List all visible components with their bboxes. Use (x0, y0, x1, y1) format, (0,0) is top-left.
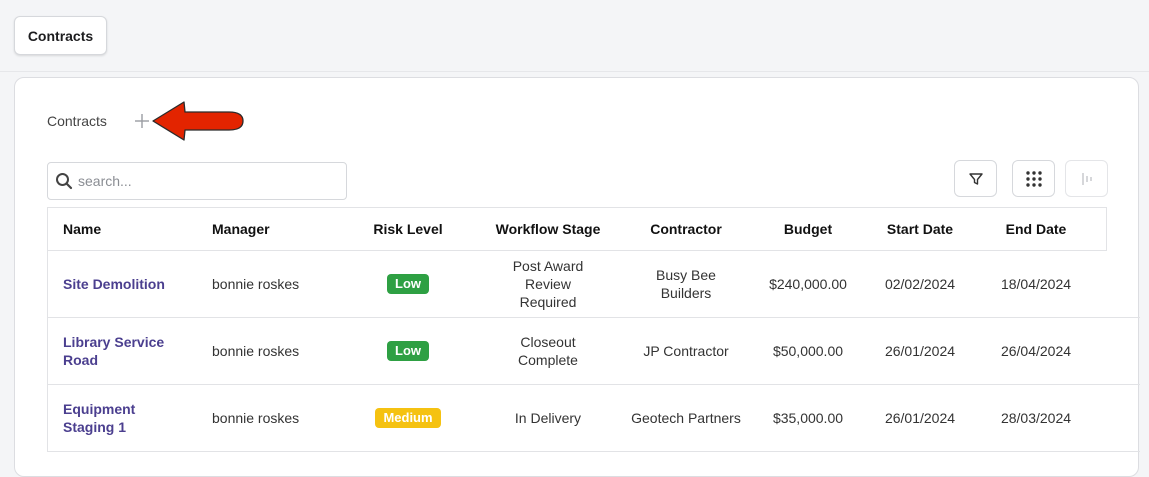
contract-name-link[interactable]: Equipment Staging 1 (63, 400, 188, 436)
red-arrow-icon (152, 101, 244, 141)
col-start-date[interactable]: Start Date (870, 220, 970, 238)
col-budget[interactable]: Budget (758, 220, 858, 238)
col-risk-level[interactable]: Risk Level (358, 220, 458, 238)
manager-cell: bonnie roskes (212, 276, 300, 292)
stage-cell: In Delivery (514, 410, 582, 426)
risk-cell: Low (358, 341, 458, 361)
contractor-cell: JP Contractor (643, 343, 729, 359)
end-date-cell: 28/03/2024 (1000, 410, 1072, 426)
grid-dots-icon (1025, 170, 1042, 187)
budget-cell: $240,000.00 (769, 276, 847, 292)
risk-cell: Medium (358, 408, 458, 428)
risk-badge: Low (387, 274, 429, 294)
search-input[interactable] (78, 173, 338, 189)
risk-cell: Low (358, 274, 458, 294)
stage-cell: Post Award Review Required (512, 258, 584, 310)
search-box[interactable] (47, 162, 347, 200)
plus-icon[interactable] (132, 111, 152, 131)
contract-name-link[interactable]: Site Demolition (63, 275, 193, 293)
contractor-cell: Busy Bee Builders (656, 267, 716, 301)
stage-cell: Closeout Complete (518, 334, 578, 368)
budget-cell: $50,000.00 (772, 343, 844, 359)
tab-contracts[interactable]: Contracts (14, 16, 107, 55)
table-row[interactable]: Site Demolition bonnie roskes Low Post A… (47, 251, 1140, 318)
contractor-cell: Geotech Partners (631, 410, 741, 426)
col-name[interactable]: Name (63, 220, 193, 238)
table-row[interactable]: Library Service Road bonnie roskes Low C… (47, 318, 1140, 385)
budget-cell: $35,000.00 (772, 410, 844, 426)
col-contractor[interactable]: Contractor (626, 220, 746, 238)
manager-cell: bonnie roskes (212, 410, 300, 426)
top-bar: Contracts (0, 0, 1149, 72)
start-date-cell: 02/02/2024 (884, 276, 956, 292)
contracts-table: Name Manager Risk Level Workflow Stage C… (47, 207, 1140, 452)
risk-badge: Medium (375, 408, 441, 428)
end-date-cell: 18/04/2024 (1000, 276, 1072, 292)
filter-button[interactable] (954, 160, 997, 197)
manager-cell: bonnie roskes (212, 343, 300, 359)
start-date-cell: 26/01/2024 (884, 343, 956, 359)
columns-button[interactable] (1065, 160, 1108, 197)
grid-view-button[interactable] (1012, 160, 1055, 197)
col-workflow-stage[interactable]: Workflow Stage (478, 220, 618, 238)
risk-badge: Low (387, 341, 429, 361)
contract-name-link[interactable]: Library Service Road (63, 333, 173, 369)
table-row[interactable]: Equipment Staging 1 bonnie roskes Medium… (47, 385, 1140, 452)
start-date-cell: 26/01/2024 (884, 410, 956, 426)
section-title: Contracts (47, 113, 107, 129)
search-icon (56, 173, 73, 190)
col-manager[interactable]: Manager (212, 220, 352, 238)
table-header: Name Manager Risk Level Workflow Stage C… (47, 207, 1107, 251)
contracts-card: Contracts search... Name Manager Risk Le… (14, 77, 1140, 477)
column-bars-icon (1081, 172, 1092, 185)
col-end-date[interactable]: End Date (986, 220, 1086, 238)
filter-icon (968, 172, 983, 185)
end-date-cell: 26/04/2024 (1000, 343, 1072, 359)
